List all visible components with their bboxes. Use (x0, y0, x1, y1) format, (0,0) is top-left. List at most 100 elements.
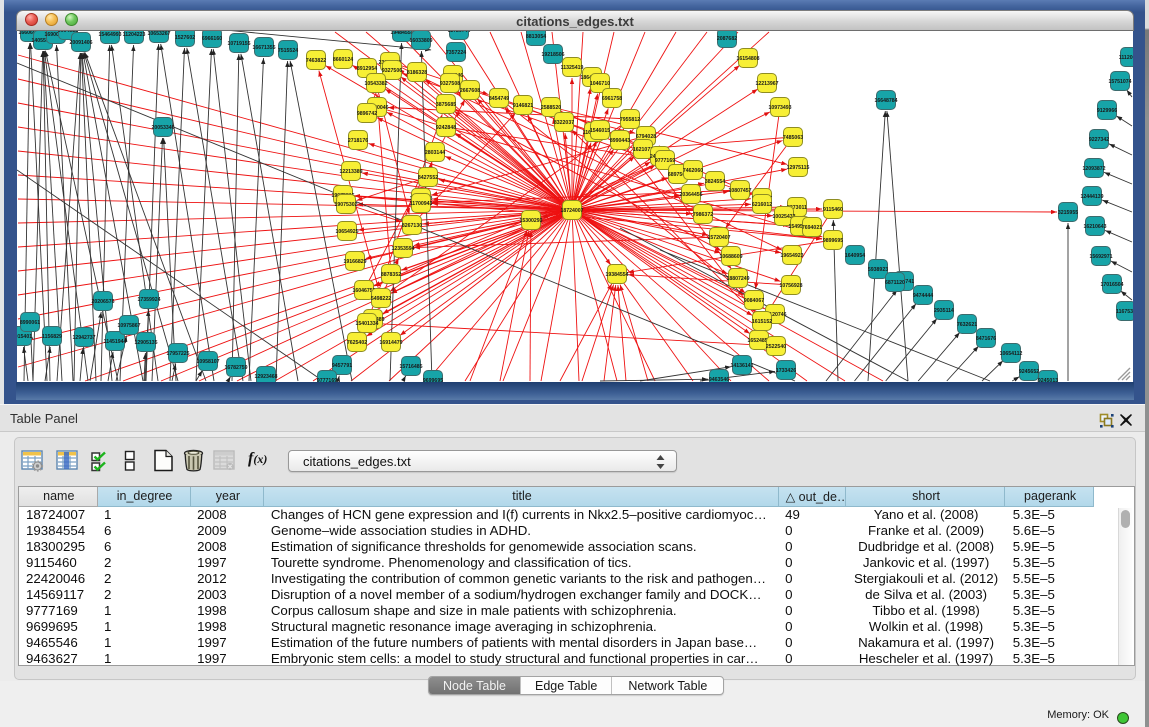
svg-text:9777169: 9777169 (655, 158, 675, 164)
svg-text:2935114: 2935114 (934, 308, 954, 314)
svg-text:7625402: 7625402 (347, 340, 367, 346)
svg-text:7694021: 7694021 (802, 225, 822, 231)
svg-text:17957225: 17957225 (166, 351, 189, 357)
svg-text:6966160: 6966160 (202, 36, 222, 42)
svg-text:9327506: 9327506 (382, 68, 402, 74)
svg-text:1615152: 1615152 (752, 319, 772, 325)
svg-text:9245652: 9245652 (1019, 369, 1039, 375)
svg-text:15692971: 15692971 (1089, 254, 1112, 260)
svg-text:11700943: 11700943 (410, 201, 433, 207)
svg-text:9227342: 9227342 (1089, 137, 1109, 143)
svg-text:2667608: 2667608 (460, 88, 480, 94)
svg-text:8267130: 8267130 (402, 223, 422, 229)
svg-text:11120047: 11120047 (1119, 55, 1133, 61)
svg-text:8990061: 8990061 (20, 320, 40, 326)
svg-text:7357224: 7357224 (446, 50, 466, 56)
svg-text:8322037: 8322037 (554, 120, 574, 126)
svg-text:5498222: 5498222 (371, 296, 391, 302)
svg-text:19075302: 19075302 (334, 202, 357, 208)
svg-text:14136141: 14136141 (730, 363, 753, 369)
svg-text:17016504: 17016504 (1100, 282, 1123, 288)
svg-text:20091406: 20091406 (69, 40, 92, 46)
svg-text:10654925: 10654925 (335, 229, 358, 235)
svg-text:2803144: 2803144 (425, 150, 445, 156)
svg-text:16671355: 16671355 (252, 45, 275, 51)
svg-text:2087682: 2087682 (717, 36, 737, 42)
svg-text:12923468: 12923468 (254, 374, 277, 380)
svg-text:19654923: 19654923 (780, 253, 803, 259)
svg-text:9115460: 9115460 (823, 207, 843, 213)
svg-text:9245013: 9245013 (1038, 378, 1058, 382)
svg-text:8427552: 8427552 (418, 175, 438, 181)
svg-text:3215955: 3215955 (1058, 210, 1078, 216)
svg-text:12942737: 12942737 (72, 335, 95, 341)
svg-text:9777169: 9777169 (317, 378, 337, 382)
svg-text:7632621: 7632621 (957, 322, 977, 328)
svg-text:11720744: 11720744 (448, 31, 471, 34)
svg-text:15401334: 15401334 (355, 321, 378, 327)
svg-text:2522540: 2522540 (766, 344, 786, 350)
svg-text:10975867: 10975867 (117, 323, 140, 329)
svg-text:9474444: 9474444 (913, 293, 933, 299)
svg-text:7462060: 7462060 (683, 168, 703, 174)
svg-text:8660124: 8660124 (333, 57, 353, 63)
svg-text:5938923: 5938923 (868, 267, 888, 273)
svg-text:1156829: 1156829 (42, 334, 62, 340)
svg-text:12353594: 12353594 (391, 246, 414, 252)
svg-text:7986372: 7986372 (693, 212, 713, 218)
svg-text:1527602: 1527602 (175, 35, 195, 41)
svg-text:9699695: 9699695 (423, 378, 443, 382)
svg-text:16782759: 16782759 (224, 365, 247, 371)
svg-text:6216012: 6216012 (752, 202, 772, 208)
svg-text:2588520: 2588520 (541, 105, 561, 111)
svg-text:7463822: 7463822 (306, 58, 326, 64)
svg-text:8186328: 8186328 (407, 70, 427, 76)
svg-text:8878352: 8878352 (381, 272, 401, 278)
svg-text:6871120: 6871120 (885, 280, 905, 286)
svg-text:12213389: 12213389 (339, 169, 362, 175)
svg-text:10654112: 10654112 (1000, 351, 1023, 357)
svg-text:9899695: 9899695 (823, 238, 843, 244)
svg-text:11451944: 11451944 (104, 339, 127, 345)
svg-text:10807457: 10807457 (728, 188, 751, 194)
svg-text:1733426: 1733426 (776, 368, 796, 374)
svg-text:12975115: 12975115 (787, 165, 810, 171)
svg-text:7955812: 7955812 (620, 117, 640, 123)
svg-text:10719155: 10719155 (227, 41, 250, 47)
svg-text:9146821: 9146821 (513, 103, 533, 109)
svg-text:6961758: 6961758 (602, 96, 622, 102)
svg-text:15720407: 15720407 (707, 235, 730, 241)
svg-text:8813054: 8813054 (526, 34, 546, 40)
svg-text:7485063: 7485063 (783, 135, 803, 141)
svg-text:12905135: 12905135 (134, 340, 157, 346)
svg-text:10756928: 10756928 (779, 283, 802, 289)
svg-text:20364456: 20364456 (679, 192, 702, 198)
svg-text:17359924: 17359924 (137, 297, 160, 303)
svg-text:8471676: 8471676 (976, 336, 996, 342)
svg-text:12444139: 12444139 (1080, 194, 1103, 200)
svg-text:1046710: 1046710 (590, 81, 610, 87)
svg-text:3875685: 3875685 (436, 102, 456, 108)
svg-text:8990443: 8990443 (610, 138, 630, 144)
svg-text:12093872: 12093872 (1082, 166, 1105, 172)
svg-text:18807249: 18807249 (726, 276, 749, 282)
svg-text:18724007: 18724007 (560, 208, 583, 214)
svg-text:16914479: 16914479 (379, 340, 402, 346)
svg-text:9129966: 9129966 (1097, 108, 1117, 114)
svg-text:9896742: 9896742 (357, 111, 377, 117)
svg-text:15716485: 15716485 (399, 364, 422, 370)
svg-text:15464993: 15464993 (98, 32, 121, 38)
svg-text:9084067: 9084067 (744, 298, 764, 304)
svg-text:6794028: 6794028 (636, 134, 656, 140)
svg-text:10543382: 10543382 (364, 81, 387, 87)
svg-text:1546015: 1546015 (590, 128, 610, 134)
svg-text:10973493: 10973493 (768, 105, 791, 111)
svg-text:19218506: 19218506 (541, 52, 564, 58)
svg-text:3824554: 3824554 (705, 179, 725, 185)
svg-text:10958107: 10958107 (196, 359, 219, 365)
svg-text:11325419: 11325419 (561, 65, 584, 71)
svg-text:20206576: 20206576 (91, 299, 114, 305)
svg-text:9327508: 9327508 (440, 81, 460, 87)
svg-text:16648784: 16648784 (874, 98, 897, 104)
svg-text:2718176: 2718176 (348, 138, 368, 144)
